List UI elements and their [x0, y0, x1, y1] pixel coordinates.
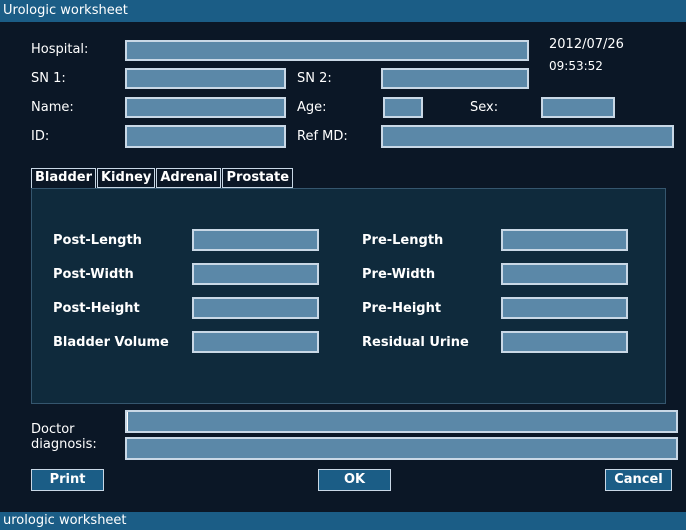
ok-button[interactable]: OK	[318, 469, 391, 491]
post-length-label: Post-Length	[53, 233, 142, 248]
sn1-input[interactable]	[127, 70, 284, 87]
ref-md-field[interactable]	[381, 125, 674, 148]
post-length-field[interactable]	[192, 229, 319, 251]
window-title: Urologic worksheet	[3, 3, 128, 18]
diagnosis-line2-input[interactable]	[127, 439, 676, 458]
bladder-volume-label: Bladder Volume	[53, 335, 169, 350]
tab-adrenal[interactable]: Adrenal	[156, 168, 222, 188]
hospital-label: Hospital:	[31, 42, 89, 57]
ref-md-input[interactable]	[383, 127, 672, 146]
pre-width-label: Pre-Width	[362, 267, 436, 282]
tab-prostate[interactable]: Prostate	[222, 168, 294, 188]
diagnosis-line1-field[interactable]	[125, 410, 678, 433]
time-display: 09:53:52	[549, 59, 603, 73]
post-height-field[interactable]	[192, 297, 319, 319]
pre-height-field[interactable]	[501, 297, 628, 319]
status-text: urologic worksheet	[3, 513, 127, 528]
print-button[interactable]: Print	[31, 469, 104, 491]
sex-input[interactable]	[543, 99, 613, 116]
name-field[interactable]	[125, 97, 286, 118]
name-label: Name:	[31, 100, 74, 115]
pre-width-field[interactable]	[501, 263, 628, 285]
age-input[interactable]	[385, 99, 421, 116]
sn1-label: SN 1:	[31, 71, 66, 86]
pre-length-field[interactable]	[501, 229, 628, 251]
diagnosis-line1-input[interactable]	[127, 412, 676, 431]
sex-field[interactable]	[541, 97, 615, 118]
post-height-label: Post-Height	[53, 301, 140, 316]
age-label: Age:	[297, 100, 327, 115]
organ-tabs: Bladder Kidney Adrenal Prostate	[31, 168, 294, 189]
ref-md-label: Ref MD:	[297, 129, 348, 144]
residual-urine-label: Residual Urine	[362, 335, 469, 350]
doctor-diagnosis-label-line1: Doctor	[31, 422, 75, 437]
diagnosis-line2-field[interactable]	[125, 437, 678, 460]
residual-urine-field[interactable]	[501, 331, 628, 353]
pre-height-label: Pre-Height	[362, 301, 442, 316]
name-input[interactable]	[127, 99, 284, 116]
status-bar: urologic worksheet	[0, 512, 686, 530]
post-width-field[interactable]	[192, 263, 319, 285]
tab-kidney[interactable]: Kidney	[96, 168, 156, 188]
sn2-label: SN 2:	[297, 71, 332, 86]
pre-length-label: Pre-Length	[362, 233, 444, 248]
post-width-label: Post-Width	[53, 267, 134, 282]
doctor-diagnosis-label-line2: diagnosis:	[31, 437, 97, 452]
cancel-button[interactable]: Cancel	[605, 469, 672, 491]
id-label: ID:	[31, 129, 50, 144]
sn2-input[interactable]	[383, 70, 527, 87]
title-bar: Urologic worksheet	[0, 0, 686, 22]
sex-label: Sex:	[470, 100, 499, 115]
date-display: 2012/07/26	[549, 37, 624, 52]
bladder-panel: Post-Length Post-Width Post-Height Bladd…	[31, 188, 666, 404]
age-field[interactable]	[383, 97, 423, 118]
bladder-volume-field[interactable]	[192, 331, 319, 353]
tab-bladder[interactable]: Bladder	[31, 168, 96, 189]
id-input[interactable]	[127, 127, 284, 146]
sn2-field[interactable]	[381, 68, 529, 89]
hospital-field[interactable]	[125, 40, 529, 61]
id-field[interactable]	[125, 125, 286, 148]
hospital-input[interactable]	[127, 42, 527, 59]
sn1-field[interactable]	[125, 68, 286, 89]
